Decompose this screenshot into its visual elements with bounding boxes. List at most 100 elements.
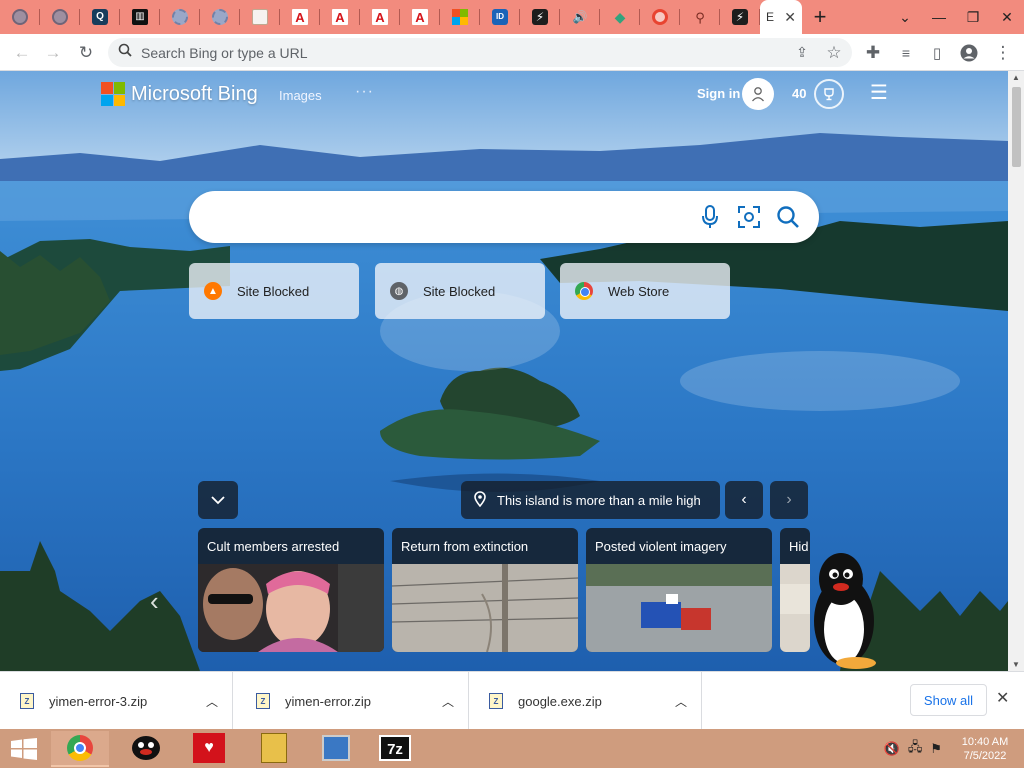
tab[interactable] (200, 0, 240, 34)
page-scrollbar[interactable]: ▲ ▼ (1008, 71, 1024, 671)
bing-logo[interactable]: Microsoft Bing (101, 82, 258, 106)
tab[interactable]: ◆ (600, 0, 640, 34)
chevron-up-icon[interactable]: ︿ (675, 693, 687, 710)
media-queue-icon[interactable]: ≡ (891, 34, 921, 71)
tab[interactable]: ⚲ (680, 0, 720, 34)
side-panel-icon[interactable]: ▯ (922, 34, 952, 71)
news-thumbnail (392, 564, 578, 652)
microphone-icon[interactable] (696, 203, 724, 231)
scroll-up-arrow-icon[interactable]: ▲ (1008, 73, 1024, 82)
taskbar-chrome[interactable] (51, 731, 109, 767)
news-title: Cult members arrested (207, 538, 340, 554)
download-item[interactable]: Z yimen-error-3.zip ︿ (0, 672, 233, 730)
rewards-points[interactable]: 40 (792, 86, 806, 101)
taskbar-walls[interactable]: ♥ (180, 731, 238, 767)
chevron-up-icon[interactable]: ︿ (442, 693, 454, 710)
quick-link-tile[interactable]: Web Store (560, 263, 730, 319)
profile-icon[interactable] (954, 34, 984, 71)
tab[interactable]: A (360, 0, 400, 34)
next-image-button[interactable]: › (770, 481, 808, 519)
hamburger-menu-icon[interactable]: ☰ (870, 83, 888, 103)
tab[interactable]: ▥ (120, 0, 160, 34)
taskbar-archive[interactable] (245, 731, 303, 767)
search-input[interactable] (211, 206, 691, 228)
collapse-feed-button[interactable] (198, 481, 238, 519)
tab[interactable] (240, 0, 280, 34)
tab[interactable]: A (400, 0, 440, 34)
quick-link-label: Site Blocked (237, 283, 310, 299)
share-icon[interactable]: ⇪ (787, 34, 817, 71)
tab[interactable] (440, 0, 480, 34)
news-card[interactable]: Cult members arrested (198, 528, 384, 652)
7zip-icon: 7z (379, 735, 411, 761)
tab[interactable]: ⚡ (520, 0, 560, 34)
tab[interactable] (640, 0, 680, 34)
tab[interactable]: A (280, 0, 320, 34)
chrome-icon (67, 735, 93, 761)
rewards-trophy-icon[interactable] (814, 79, 844, 109)
previous-image-button[interactable]: ‹ (725, 481, 763, 519)
search-box[interactable] (189, 191, 819, 243)
news-card[interactable]: Posted violent imagery (586, 528, 772, 652)
close-window-button[interactable]: ✕ (990, 9, 1024, 26)
scrollbar-thumb[interactable] (1012, 87, 1021, 167)
sign-in-link[interactable]: Sign in (697, 86, 740, 101)
news-card[interactable]: Return from extinction (392, 528, 578, 652)
taskbar-7zip[interactable]: 7z (366, 731, 424, 767)
tab[interactable] (160, 0, 200, 34)
download-item[interactable]: Z google.exe.zip ︿ (469, 672, 702, 730)
globe-icon (52, 9, 68, 25)
close-downloads-bar-icon[interactable]: ✕ (996, 688, 1009, 708)
nav-more-button[interactable]: ··· (355, 83, 374, 101)
tab[interactable]: ⚡ (720, 0, 760, 34)
minimize-button[interactable]: — (922, 9, 956, 25)
forward-button[interactable]: → (38, 34, 68, 71)
clock[interactable]: 10:40 AM 7/5/2022 (950, 735, 1020, 763)
download-item[interactable]: Z yimen-error.zip ︿ (236, 672, 469, 730)
taskbar-pingu[interactable] (117, 731, 175, 767)
user-avatar-icon[interactable] (742, 78, 774, 110)
menu-dots-icon[interactable]: ⋮ (988, 34, 1018, 71)
adobe-icon: A (332, 9, 348, 25)
tab[interactable]: A (320, 0, 360, 34)
chevron-up-icon[interactable]: ︿ (206, 693, 218, 710)
close-icon[interactable]: ✕ (784, 9, 796, 26)
show-all-downloads-button[interactable]: Show all (910, 684, 987, 716)
tab[interactable]: Q (80, 0, 120, 34)
tab-search-chevron-icon[interactable]: ⌄ (888, 9, 922, 26)
volume-muted-icon[interactable]: 🔇 (884, 741, 900, 757)
tab[interactable] (40, 0, 80, 34)
blue-app-icon: ID (492, 9, 508, 25)
address-bar[interactable] (108, 38, 852, 67)
tab[interactable]: 🔊 (560, 0, 600, 34)
quick-link-tile[interactable]: ▲ Site Blocked (189, 263, 359, 319)
new-tab-button[interactable]: + (802, 0, 838, 34)
tab-active[interactable]: E ✕ (760, 0, 802, 34)
bolt-icon: ⚡ (532, 9, 548, 25)
quick-link-tile[interactable]: ◍ Site Blocked (375, 263, 545, 319)
taskbar-network[interactable] (307, 731, 365, 767)
restore-button[interactable]: ❐ (956, 9, 990, 26)
start-button[interactable] (0, 729, 48, 768)
extensions-icon[interactable]: ✚ (858, 34, 888, 71)
bookmark-star-icon[interactable]: ☆ (819, 34, 849, 71)
search-submit-icon[interactable] (774, 203, 802, 231)
tab[interactable]: ID (480, 0, 520, 34)
reload-button[interactable]: ↻ (71, 34, 101, 71)
windows-taskbar: ♥ 7z 🔇 🖧 ⚑ 10:40 AM 7/5/2022 (0, 729, 1024, 768)
news-thumbnail (586, 564, 772, 652)
image-caption[interactable]: This island is more than a mile high (461, 481, 720, 519)
news-previous-chevron-icon[interactable]: ‹ (150, 586, 159, 617)
adobe-icon: A (372, 9, 388, 25)
system-tray: 🔇 🖧 ⚑ 10:40 AM 7/5/2022 (884, 729, 1024, 768)
address-input[interactable] (141, 43, 761, 62)
tab[interactable] (0, 0, 40, 34)
network-tray-icon[interactable]: 🖧 (908, 738, 923, 760)
action-center-icon[interactable]: ⚑ (930, 741, 942, 757)
scroll-down-arrow-icon[interactable]: ▼ (1008, 660, 1024, 669)
zip-file-icon: Z (256, 693, 270, 709)
visual-search-icon[interactable] (735, 203, 763, 231)
back-button[interactable]: ← (7, 34, 37, 71)
news-card[interactable]: Hid (780, 528, 810, 652)
nav-images-link[interactable]: Images (279, 88, 322, 103)
